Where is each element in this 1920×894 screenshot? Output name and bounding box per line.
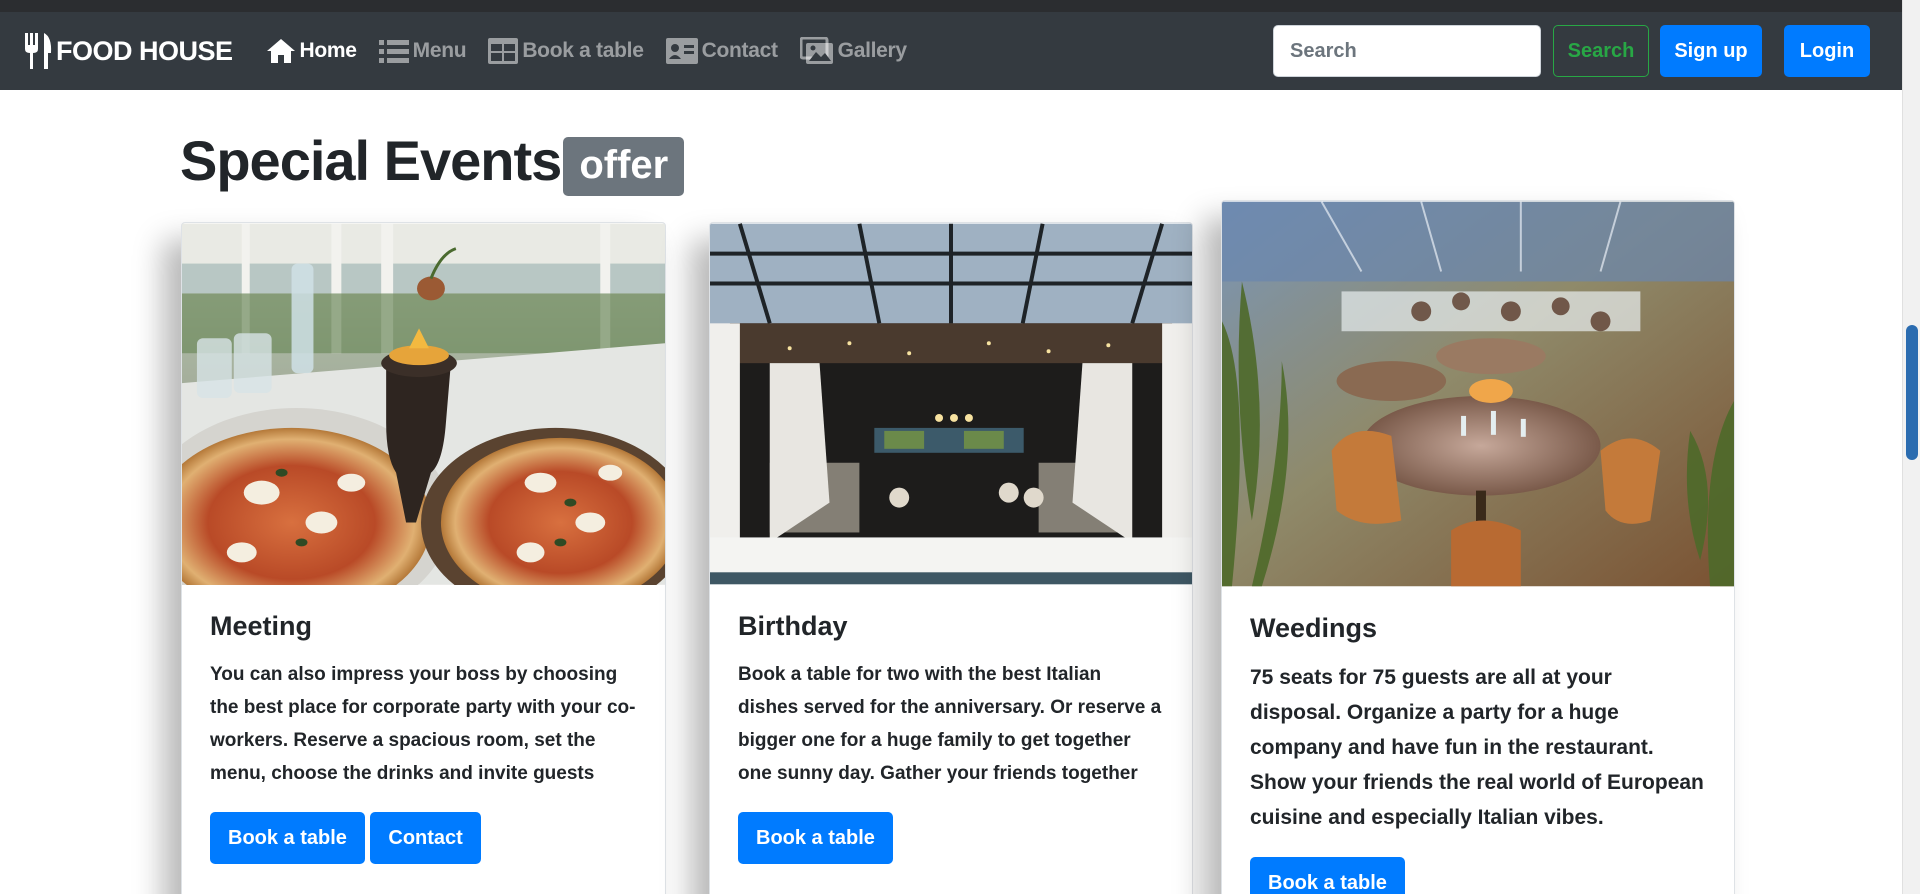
card-body: Weedings 75 seats for 75 guests are all … [1222,587,1734,894]
terrace-dining-photo [1222,201,1734,587]
card-body: Birthday Book a table for two with the b… [710,585,1192,890]
contact-button[interactable]: Contact [370,812,481,864]
scrollbar-thumb[interactable] [1906,325,1918,460]
signup-button[interactable]: Sign up [1660,25,1762,77]
offer-badge: offer [563,137,685,196]
book-table-button[interactable]: Book a table [210,812,365,864]
card-text: Book a table for two with the best Itali… [738,664,1162,784]
login-button[interactable]: Login [1784,25,1870,77]
nav-menu[interactable]: Menu [378,39,467,63]
page-title: Special Events [180,129,562,192]
fork-knife-icon [25,33,52,69]
nav-menu-label: Menu [412,39,467,62]
contact-card-icon [665,38,698,64]
card-title: Meeting [210,611,313,641]
card-actions: Book a table Contact [210,812,637,864]
book-table-button[interactable]: Book a table [738,812,893,864]
book-table-button[interactable]: Book a table [1250,857,1405,894]
nav-contact-label: Contact [701,39,778,62]
nav-contact[interactable]: Contact [665,38,778,64]
home-icon [266,39,295,63]
card-title: Weedings [1250,613,1378,643]
gallery-icon [799,37,833,64]
card-actions: Book a table [738,812,1164,864]
list-icon [378,40,409,63]
restaurant-window-photo [710,223,1192,585]
nav-home[interactable]: Home [266,38,357,64]
brand-logo[interactable]: FOOD HOUSE [22,26,233,76]
card-text: You can also impress your boss by choosi… [210,664,636,784]
nav-book-table[interactable]: Book a table [488,38,644,64]
event-card-meeting: Meeting You can also impress your boss b… [181,222,666,894]
nav-links: Home Menu Book a table Contact Gallery [266,37,929,65]
event-card-birthday: Birthday Book a table for two with the b… [709,222,1193,894]
pizza-table-photo [182,223,665,585]
nav-home-label: Home [299,39,357,62]
nav-right-group: Search Sign up Login [1273,25,1870,77]
card-text: 75 seats for 75 guests are all at your d… [1250,666,1704,829]
search-button[interactable]: Search [1553,25,1649,77]
card-body: Meeting You can also impress your boss b… [182,585,665,890]
card-title: Birthday [738,611,848,641]
event-card-weddings: Weedings 75 seats for 75 guests are all … [1221,200,1735,894]
navbar: FOOD HOUSE Home Menu Book a table Contac… [0,12,1902,90]
search-input[interactable] [1273,25,1541,77]
card-actions: Book a table [1250,857,1706,894]
nav-gallery-label: Gallery [837,39,907,62]
nav-book-table-label: Book a table [522,39,644,62]
brand-name: FOOD HOUSE [56,35,233,66]
page-scrollbar[interactable] [1902,0,1920,894]
nav-gallery[interactable]: Gallery [799,37,907,65]
table-icon [488,38,519,64]
section-heading: Special Events offer [180,128,685,196]
